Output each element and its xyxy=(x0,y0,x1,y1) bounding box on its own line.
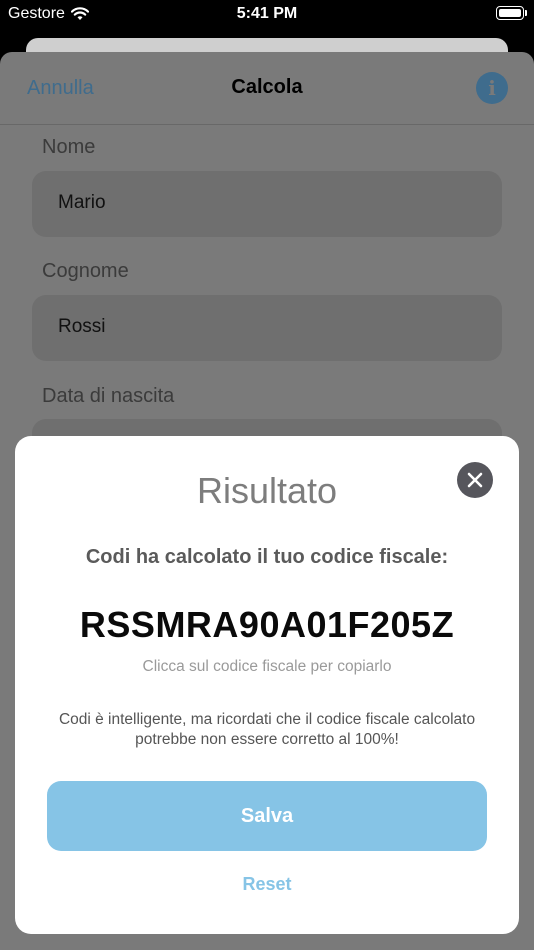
save-button[interactable]: Salva xyxy=(47,781,487,851)
status-time: 5:41 PM xyxy=(236,5,298,22)
surname-value: Rossi xyxy=(58,316,106,337)
result-title: Risultato xyxy=(196,470,338,511)
close-icon xyxy=(467,472,483,488)
status-bar: Gestore 5:41 PM xyxy=(0,0,534,30)
birthdate-label: Data di nascita xyxy=(42,385,175,407)
name-value: Mario xyxy=(58,192,106,213)
surname-label: Cognome xyxy=(42,260,129,282)
reset-button[interactable]: Reset xyxy=(15,874,519,895)
close-button[interactable] xyxy=(457,462,493,498)
result-modal: Risultato Codi ha calcolato il tuo codic… xyxy=(15,436,519,934)
copy-hint: Clicca sul codice fiscale per copiarlo xyxy=(142,658,392,675)
disclaimer-text: Codi è intelligente, ma ricordati che il… xyxy=(58,711,476,748)
name-field[interactable]: Mario xyxy=(32,171,502,237)
name-label: Nome xyxy=(42,136,96,158)
result-subtitle: Codi ha calcolato il tuo codice fiscale: xyxy=(85,546,449,568)
page-title: Calcola xyxy=(231,76,303,98)
surname-field[interactable]: Rossi xyxy=(32,295,502,361)
info-icon[interactable]: i xyxy=(476,72,508,104)
battery-icon xyxy=(496,6,527,20)
fiscal-code[interactable]: RSSMRA90A01F205Z xyxy=(15,604,519,646)
navigation-bar: Annulla Calcola i xyxy=(0,52,534,125)
